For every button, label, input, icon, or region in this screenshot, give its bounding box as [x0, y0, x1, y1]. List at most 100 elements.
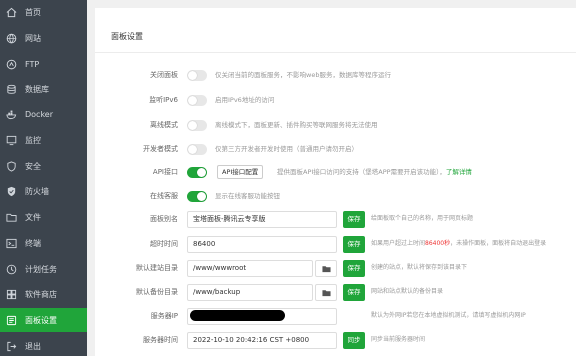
docker-icon	[5, 108, 17, 120]
setting-description: 网站和站点默认的备份目录	[371, 288, 444, 295]
setting-row-api: API接口 API接口配置 提供面板API接口访问的支持（堡塔APP需要开启该功…	[95, 161, 576, 183]
sidebar-item-label: 防火墙	[25, 186, 49, 196]
sidebar-item-home[interactable]: 首页	[0, 0, 87, 24]
setting-row-timeout: 超时时间 86400 保存 如果用户超过上时间86400秒，未操作面板，面板将自…	[95, 233, 576, 255]
setting-description: 默认为外网IP若您在本地虚拟机测试，请填写虚拟机内网IP	[371, 312, 526, 319]
sidebar-item-label: FTP	[25, 59, 40, 69]
sidebar-item-label: 首页	[25, 7, 41, 17]
folder-icon	[321, 265, 331, 272]
timeout-desc-post: ，未操作面板，面板将自动退出登录	[450, 240, 547, 247]
setting-row-server-time: 服务器时间 2022-10-10 20:42:16 CST +0800 同步 同…	[95, 329, 576, 351]
setting-row-customer-service: 在线客服 显示在线客服功能按钮	[95, 185, 576, 207]
setting-label: 面板别名	[150, 215, 178, 223]
default-backup-dir-input[interactable]: /www/backup	[187, 284, 313, 301]
monitor-icon	[5, 134, 17, 146]
setting-row-close-panel: 关闭面板 仅关闭当前的面板服务，不影响web服务，数据库等程序运行	[95, 64, 576, 86]
setting-description: 显示在线客服功能按钮	[215, 192, 280, 200]
folder-picker-button[interactable]	[315, 284, 337, 301]
logout-icon	[5, 340, 17, 352]
sidebar-item-label: 面板设置	[25, 315, 57, 325]
folder-icon	[5, 211, 17, 223]
top-strip	[95, 0, 576, 8]
setting-description: 仅第三方开发者开发时使用（普通用户请勿开启）	[215, 145, 358, 153]
setting-row-server-ip: 服务器IP 默认为外网IP若您在本地虚拟机测试，请填写虚拟机内网IP	[95, 305, 576, 327]
timeout-input[interactable]: 86400	[187, 236, 337, 253]
sidebar-item-label: 计划任务	[25, 264, 57, 274]
api-description-text: 提供面板API接口访问的支持（堡塔APP需要开启该功能），	[277, 168, 446, 176]
globe-icon	[5, 32, 17, 44]
server-time-input: 2022-10-10 20:42:16 CST +0800	[187, 332, 337, 349]
setting-label: 关闭面板	[150, 71, 178, 79]
setting-label: 服务器时间	[143, 336, 178, 344]
setting-description: 提供面板API接口访问的支持（堡塔APP需要开启该功能），了解详情	[277, 161, 472, 183]
sidebar-item-label: 安全	[25, 161, 41, 171]
sidebar-item-store[interactable]: 软件商店	[0, 282, 87, 306]
close-panel-toggle[interactable]	[187, 70, 207, 81]
redaction-bar	[190, 310, 285, 321]
sidebar-item-docker[interactable]: Docker	[0, 102, 87, 126]
shield-icon	[5, 160, 17, 172]
sidebar-item-terminal[interactable]: 终端	[0, 231, 87, 255]
sidebar-item-cron[interactable]: 计划任务	[0, 257, 87, 281]
sidebar-item-monitor[interactable]: 监控	[0, 128, 87, 152]
default-site-dir-input[interactable]: /www/wwwroot	[187, 260, 313, 277]
setting-description: 离线模式下，面板更新、插件购买等联网服务将无法使用	[215, 121, 378, 129]
setting-label: 监听IPv6	[149, 96, 178, 104]
api-config-button[interactable]: API接口配置	[217, 165, 264, 179]
sidebar-item-files[interactable]: 文件	[0, 205, 87, 229]
setting-label: 服务器IP	[150, 312, 178, 320]
developer-mode-toggle[interactable]	[187, 144, 207, 155]
save-button[interactable]: 保存	[343, 211, 365, 228]
setting-label: 超时时间	[150, 240, 178, 248]
setting-label: 默认备份目录	[136, 288, 178, 296]
title-divider	[95, 52, 576, 53]
sidebar-item-label: Docker	[25, 109, 54, 119]
timeout-desc-value: 86400秒	[425, 240, 451, 247]
folder-picker-button[interactable]	[315, 260, 337, 277]
customer-service-toggle[interactable]	[187, 191, 207, 202]
sidebar-item-label: 终端	[25, 238, 41, 248]
folder-icon	[321, 289, 331, 296]
sidebar-item-security[interactable]: 安全	[0, 154, 87, 178]
sidebar-item-firewall[interactable]: 防火墙	[0, 179, 87, 203]
offline-mode-toggle[interactable]	[187, 120, 207, 131]
setting-label: 开发者模式	[143, 145, 178, 153]
sidebar-item-label: 数据库	[25, 84, 49, 94]
save-button[interactable]: 保存	[343, 260, 365, 277]
clock-icon	[5, 263, 17, 275]
save-button[interactable]: 保存	[343, 236, 365, 253]
setting-label: 默认建站目录	[136, 264, 178, 272]
timeout-desc-pre: 如果用户超过上时间	[371, 240, 426, 247]
setting-label: 离线模式	[150, 121, 178, 129]
sync-button[interactable]: 同步	[343, 332, 365, 349]
settings-icon	[5, 314, 17, 326]
setting-description: 同步当前服务器时间	[371, 336, 426, 343]
setting-description: 如果用户超过上时间86400秒，未操作面板，面板将自动退出登录	[371, 233, 546, 255]
ipv6-toggle[interactable]	[187, 95, 207, 106]
sidebar: 首页 网站 FTP 数据库 Docker 监控 安全 防火墙 文件 终端 计划任…	[0, 0, 87, 356]
learn-more-link[interactable]: 了解详情	[446, 168, 472, 176]
setting-description: 启用IPv6地址的访问	[215, 96, 275, 104]
sidebar-item-database[interactable]: 数据库	[0, 77, 87, 101]
setting-row-panel-alias: 面板别名 宝塔面板-腾讯云专享版 保存 给面板取个自己的名称，用于网页标题	[95, 208, 576, 230]
sidebar-item-website[interactable]: 网站	[0, 26, 87, 50]
database-icon	[5, 83, 17, 95]
sidebar-item-label: 监控	[25, 135, 41, 145]
setting-row-default-site-dir: 默认建站目录 /www/wwwroot 保存 创建的站点，默认将保存到该目录下	[95, 257, 576, 279]
home-icon	[5, 6, 17, 18]
sidebar-item-logout[interactable]: 退出	[0, 334, 87, 356]
sidebar-item-label: 退出	[25, 341, 41, 351]
sidebar-item-label: 软件商店	[25, 289, 57, 299]
sidebar-item-ftp[interactable]: FTP	[0, 52, 87, 76]
ftp-icon	[5, 58, 17, 70]
save-button[interactable]: 保存	[343, 284, 365, 301]
setting-label: API接口	[152, 168, 178, 176]
setting-label: 在线客服	[150, 192, 178, 200]
setting-row-default-backup-dir: 默认备份目录 /www/backup 保存 网站和站点默认的备份目录	[95, 281, 576, 303]
setting-row-ipv6: 监听IPv6 启用IPv6地址的访问	[95, 89, 576, 111]
firewall-icon	[5, 185, 17, 197]
setting-description: 给面板取个自己的名称，用于网页标题	[371, 215, 474, 222]
panel-alias-input[interactable]: 宝塔面板-腾讯云专享版	[187, 211, 337, 228]
api-toggle[interactable]	[187, 167, 207, 178]
sidebar-item-panel-settings[interactable]: 面板设置	[0, 308, 87, 332]
